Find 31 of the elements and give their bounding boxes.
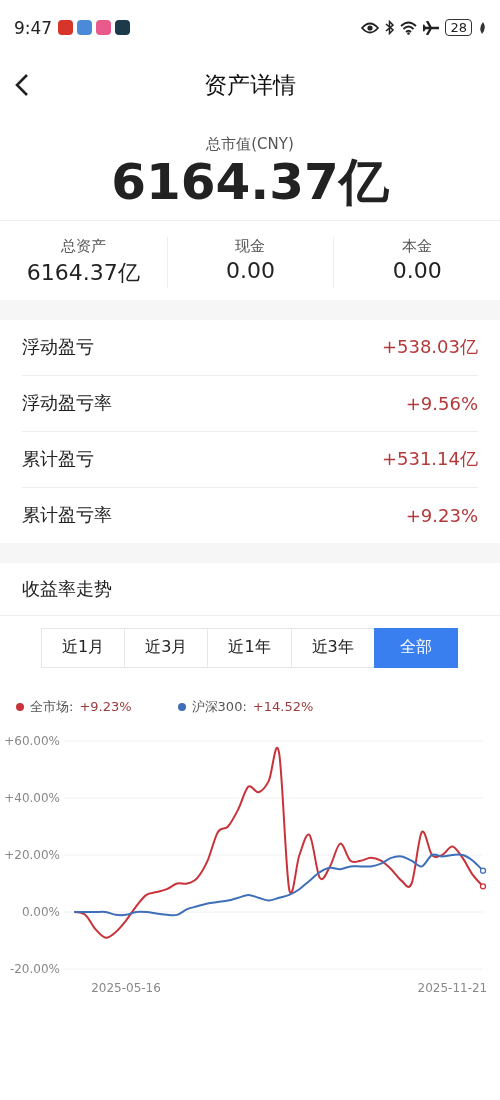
market-value-label: 总市值(CNY) [206, 135, 294, 154]
x-tick-label: 2025-05-16 [91, 980, 161, 995]
battery-level: 28 [445, 19, 472, 36]
page-title: 资产详情 [204, 70, 296, 100]
stat-value: 6164.37亿 [26, 258, 140, 287]
metric-value: +9.23% [405, 504, 478, 526]
y-tick-label: 0.00% [21, 904, 60, 919]
stat-label: 现金 [235, 236, 266, 256]
stat-label: 本金 [402, 236, 433, 256]
metric-value: +538.03亿 [381, 335, 478, 359]
y-tick-label: +20.00% [4, 847, 60, 862]
stat-label: 总资产 [60, 236, 106, 256]
metric-label: 浮动盈亏 [22, 335, 94, 359]
legend-value: +9.23% [79, 699, 132, 714]
legend-value: +14.52% [252, 699, 314, 714]
y-tick-label: +60.00% [4, 733, 60, 748]
legend-label: 全市场: [30, 697, 74, 716]
market-value: 6164.37亿 [111, 154, 389, 212]
y-tick-label: +40.00% [4, 790, 60, 805]
stat-value: 0.00 [392, 257, 442, 283]
section-title: 收益率走势 [22, 576, 112, 601]
metric-label: 累计盈亏率 [22, 503, 112, 527]
metric-value: +531.14亿 [381, 447, 478, 471]
metric-label: 浮动盈亏率 [22, 391, 112, 415]
stat-value: 0.00 [226, 257, 275, 283]
status-time: 9:47 [14, 17, 53, 38]
legend-label: 沪深300: [191, 697, 247, 716]
x-tick-label: 2025-11-21 [417, 980, 488, 995]
y-tick-label: -20.00% [9, 961, 60, 976]
metric-value: +9.56% [405, 392, 478, 414]
metric-label: 累计盈亏 [22, 447, 94, 471]
